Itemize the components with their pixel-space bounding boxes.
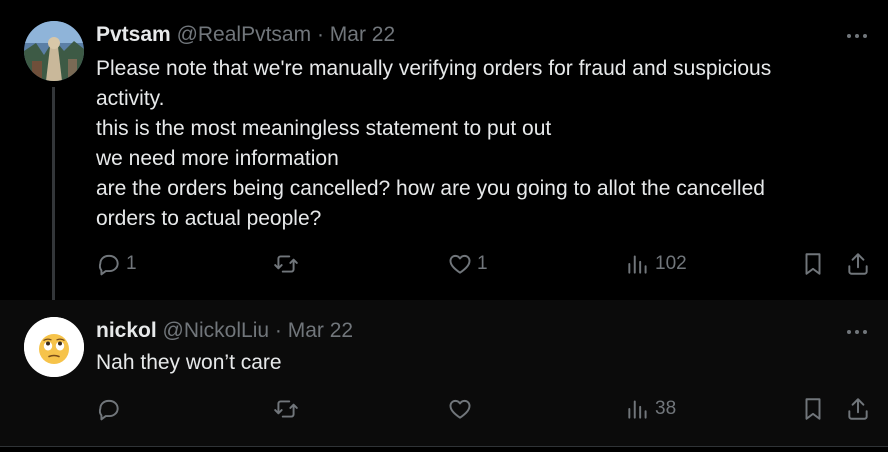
tweet[interactable]: nickol @NickolLiu · Mar 22 Nah they won’… <box>0 300 888 446</box>
like-icon <box>449 254 471 274</box>
bookmark-button[interactable] <box>800 251 826 277</box>
tweet[interactable]: Pvtsam @RealPvtsam · Mar 22 Please note … <box>0 0 888 317</box>
retweet-icon <box>274 400 298 418</box>
views-count: 38 <box>655 398 677 419</box>
avatar[interactable] <box>24 21 84 81</box>
tweet-text: Please note that we're manually verifyin… <box>96 54 771 234</box>
share-button[interactable] <box>845 251 871 277</box>
like-icon <box>449 399 471 419</box>
share-button[interactable] <box>845 396 871 422</box>
retweet-icon <box>274 255 298 273</box>
text-line: activity. <box>96 87 165 110</box>
eye-roll-emoji <box>24 317 84 377</box>
text-line: orders to actual people? <box>96 207 322 230</box>
bookmark-icon <box>805 398 821 420</box>
views-icon <box>628 255 647 274</box>
more-icon[interactable] <box>846 32 868 40</box>
reply-icon <box>98 254 119 276</box>
reply-count: 1 <box>126 253 137 274</box>
like-button[interactable] <box>447 396 477 422</box>
handle[interactable]: @NickolLiu <box>163 319 270 342</box>
tweet-header: nickol @NickolLiu · Mar 22 <box>96 319 353 343</box>
timestamp[interactable]: Mar 22 <box>288 319 353 342</box>
display-name[interactable]: Pvtsam <box>96 23 171 46</box>
separator: · <box>274 319 282 342</box>
views-icon <box>628 400 647 419</box>
thread-line <box>52 87 55 317</box>
divider <box>0 446 888 447</box>
reply-button[interactable] <box>96 396 126 422</box>
tweet-text: Nah they won’t care <box>96 348 282 378</box>
handle[interactable]: @RealPvtsam <box>177 23 312 46</box>
action-bar: 38 <box>0 396 888 426</box>
like-button[interactable]: 1 <box>447 251 488 277</box>
display-name[interactable]: nickol <box>96 319 157 342</box>
views-button[interactable]: 102 <box>625 251 687 277</box>
reply-icon <box>98 399 119 421</box>
retweet-button[interactable] <box>273 396 303 422</box>
bookmark-button[interactable] <box>800 396 826 422</box>
tweet-header: Pvtsam @RealPvtsam · Mar 22 <box>96 23 395 47</box>
text-line: are the orders being cancelled? how are … <box>96 177 765 200</box>
text-line: Nah they won’t care <box>96 351 282 374</box>
retweet-button[interactable] <box>273 251 303 277</box>
timestamp[interactable]: Mar 22 <box>330 23 395 46</box>
share-icon <box>848 253 868 275</box>
views-button[interactable]: 38 <box>625 396 676 422</box>
text-line: we need more information <box>96 147 339 170</box>
reply-button[interactable]: 1 <box>96 251 137 277</box>
views-count: 102 <box>655 253 687 274</box>
like-count: 1 <box>477 253 488 274</box>
text-line: Please note that we're manually verifyin… <box>96 57 772 80</box>
more-icon[interactable] <box>846 328 868 336</box>
action-bar: 1 1 102 <box>0 251 888 281</box>
separator: · <box>316 23 324 46</box>
text-line: this is the most meaningless statement t… <box>96 117 552 140</box>
bookmark-icon <box>805 253 821 275</box>
share-icon <box>848 398 868 420</box>
avatar[interactable] <box>24 317 84 377</box>
